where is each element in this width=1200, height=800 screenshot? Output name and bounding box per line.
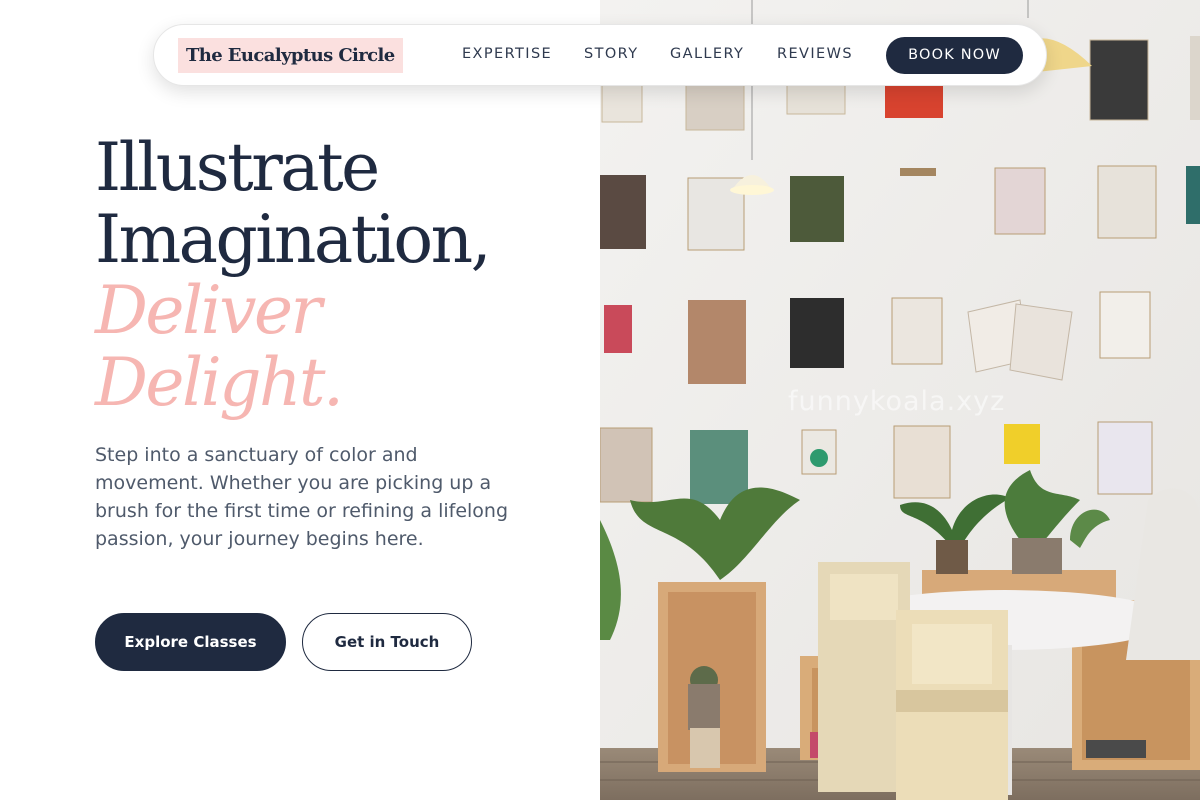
headline-line-3: Deliver	[95, 272, 322, 349]
headline-line-1: Illustrate	[95, 129, 380, 206]
nav-link-reviews[interactable]: REVIEWS	[777, 46, 853, 62]
hero-photo: funnykoala.xyz	[600, 0, 1200, 800]
watermark-text: funnykoala.xyz	[788, 386, 1006, 417]
explore-classes-button[interactable]: Explore Classes	[95, 613, 286, 671]
nav-link-gallery[interactable]: GALLERY	[670, 46, 744, 62]
nav-link-expertise[interactable]: EXPERTISE	[462, 46, 552, 62]
brand-logo[interactable]: The Eucalyptus Circle	[178, 38, 403, 73]
top-navigation: The Eucalyptus Circle EXPERTISE STORY GA…	[153, 24, 1047, 86]
hero-description: Step into a sanctuary of color and movem…	[95, 444, 509, 550]
get-in-touch-button[interactable]: Get in Touch	[302, 613, 472, 671]
headline-line-4: Delight.	[95, 344, 344, 421]
nav-link-story[interactable]: STORY	[584, 46, 638, 62]
book-now-button[interactable]: BOOK NOW	[886, 37, 1023, 74]
headline-line-2: Imagination,	[95, 201, 492, 278]
